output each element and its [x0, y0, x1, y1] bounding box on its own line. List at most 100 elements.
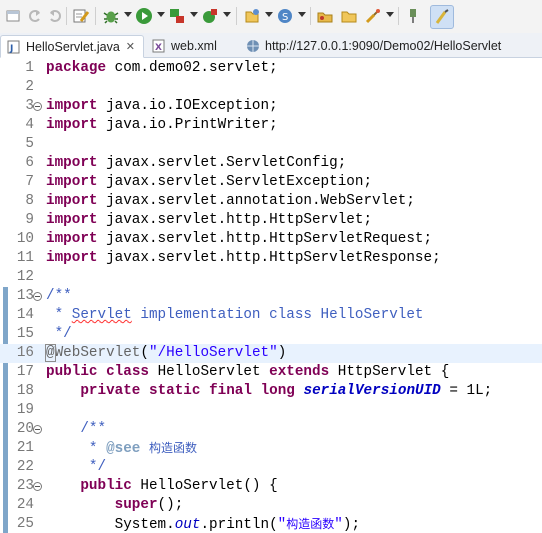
code-token: javax.servlet.http.HttpServlet; [97, 212, 373, 228]
line-number: 15 [16, 326, 34, 342]
line-number: 2 [25, 79, 34, 95]
code-token: serialVersionUID [303, 383, 441, 399]
xml-file-icon: X [152, 39, 166, 53]
tab-label: web.xml [171, 38, 217, 53]
code-line[interactable]: 23 public HelloServlet() { [0, 477, 542, 496]
fold-toggle-icon[interactable] [33, 482, 42, 491]
open-task-icon[interactable] [314, 5, 336, 27]
external-tools-icon[interactable] [199, 5, 221, 27]
line-number: 3 [25, 98, 34, 114]
code-token: (); [157, 497, 184, 513]
tab-web-xml[interactable]: X web.xml [146, 35, 217, 56]
code-text: import java.io.PrintWriter; [46, 116, 278, 135]
code-line[interactable]: 2 [0, 78, 542, 97]
code-line[interactable]: 20 /** [0, 420, 542, 439]
debug-dropdown-icon[interactable] [124, 12, 132, 17]
code-line[interactable]: 19 [0, 401, 542, 420]
open-type-icon[interactable]: S [274, 5, 296, 27]
run-icon[interactable] [133, 5, 155, 27]
code-token: java.io.IOException; [97, 98, 278, 114]
pin-icon[interactable] [404, 5, 426, 27]
open-type-dropdown-icon[interactable] [298, 12, 306, 17]
coverage-dropdown-icon[interactable] [190, 12, 198, 17]
code-line[interactable]: 16 @WebServlet("/HelloServlet") [0, 344, 542, 363]
code-text: import javax.servlet.annotation.WebServl… [46, 192, 415, 211]
code-token: out [174, 517, 201, 533]
code-line[interactable]: 4 import java.io.PrintWriter; [0, 116, 542, 135]
code-editor[interactable]: 1 package com.demo02.servlet; 2 3 import jav… [0, 58, 542, 533]
code-line[interactable]: 5 [0, 135, 542, 154]
code-line[interactable]: 10 import javax.servlet.http.HttpServletR… [0, 230, 542, 249]
open-folder-icon[interactable] [338, 5, 360, 27]
code-token: @see [106, 441, 141, 457]
code-token: HelloServlet [148, 364, 270, 380]
code-line[interactable]: 6 import javax.servlet.ServletConfig; [0, 154, 542, 173]
line-number: 5 [25, 136, 34, 152]
code-token: javax.servlet.annotation.WebServlet; [97, 193, 415, 209]
code-line[interactable]: 3 import java.io.IOException; [0, 97, 542, 116]
code-text: import javax.servlet.http.HttpServletRes… [46, 249, 441, 268]
window-icon[interactable] [2, 5, 24, 27]
fold-toggle-icon[interactable] [33, 425, 42, 434]
code-token: com.demo02.servlet; [106, 60, 278, 76]
code-line[interactable]: 11 import javax.servlet.http.HttpServletR… [0, 249, 542, 268]
code-line[interactable]: 25 System.out.println("构造函数"); [0, 515, 542, 533]
code-token: extends [269, 364, 330, 380]
code-token: ) [277, 345, 287, 361]
toolbar-separator [66, 7, 67, 25]
line-number: 4 [25, 117, 34, 133]
run-dropdown-icon[interactable] [157, 12, 165, 17]
code-line[interactable]: 17 public class HelloServlet extends Http… [0, 363, 542, 382]
code-token: = 1L; [440, 383, 493, 399]
code-text: * @see 构造函数 [46, 439, 197, 459]
code-token: long [260, 383, 295, 399]
close-tab-icon[interactable]: ✕ [126, 40, 135, 53]
line-number: 22 [16, 459, 34, 475]
code-line[interactable]: 9 import javax.servlet.http.HttpServlet; [0, 211, 542, 230]
forward-icon[interactable] [44, 5, 66, 27]
code-token: " [334, 517, 343, 533]
code-token: " [277, 517, 287, 533]
external-tools-dropdown-icon[interactable] [223, 12, 231, 17]
debug-icon[interactable] [100, 5, 122, 27]
code-text: package com.demo02.servlet; [46, 59, 278, 78]
code-line[interactable]: 21 * @see 构造函数 [0, 439, 542, 458]
highlight-icon[interactable] [430, 5, 454, 29]
back-icon[interactable] [24, 5, 46, 27]
fold-toggle-icon[interactable] [33, 292, 42, 301]
code-text: System.out.println("构造函数"); [46, 515, 360, 533]
code-line[interactable]: 1 package com.demo02.servlet; [0, 59, 542, 78]
new-dropdown-icon[interactable] [265, 12, 273, 17]
tasks-icon[interactable] [70, 5, 92, 27]
tab-helloservlet-java[interactable]: J HelloServlet.java ✕ [0, 35, 144, 58]
line-number: 12 [16, 269, 34, 285]
code-line[interactable]: 7 import javax.servlet.ServletException; [0, 173, 542, 192]
code-line[interactable]: 24 super(); [0, 496, 542, 515]
toolbar-separator [398, 7, 399, 25]
code-token: ); [342, 517, 361, 533]
code-line[interactable]: 8 import javax.servlet.annotation.WebServ… [0, 192, 542, 211]
code-text: super(); [46, 496, 184, 515]
code-text: /** [46, 420, 106, 439]
code-line[interactable]: 18 private static final long serialVersi… [0, 382, 542, 401]
search-dropdown-icon[interactable] [386, 12, 394, 17]
code-line[interactable]: 22 */ [0, 458, 542, 477]
code-text: import javax.servlet.ServletException; [46, 173, 372, 192]
java-file-icon: J [7, 40, 21, 54]
code-line[interactable]: 13 /** [0, 287, 542, 306]
tab-browser-url[interactable]: http://127.0.0.1:9090/Demo02/HelloServle… [240, 35, 501, 56]
code-line[interactable]: 12 [0, 268, 542, 287]
code-line[interactable]: 14 * Servlet implementation class HelloS… [0, 306, 542, 325]
search-icon[interactable] [362, 5, 384, 27]
code-token: @ [45, 344, 56, 362]
new-icon[interactable] [241, 5, 263, 27]
coverage-icon[interactable] [166, 5, 188, 27]
fold-toggle-icon[interactable] [33, 102, 42, 111]
code-token: import [46, 193, 98, 209]
code-token: javax.servlet.http.HttpServletRequest; [97, 231, 433, 247]
code-line[interactable]: 15 */ [0, 325, 542, 344]
